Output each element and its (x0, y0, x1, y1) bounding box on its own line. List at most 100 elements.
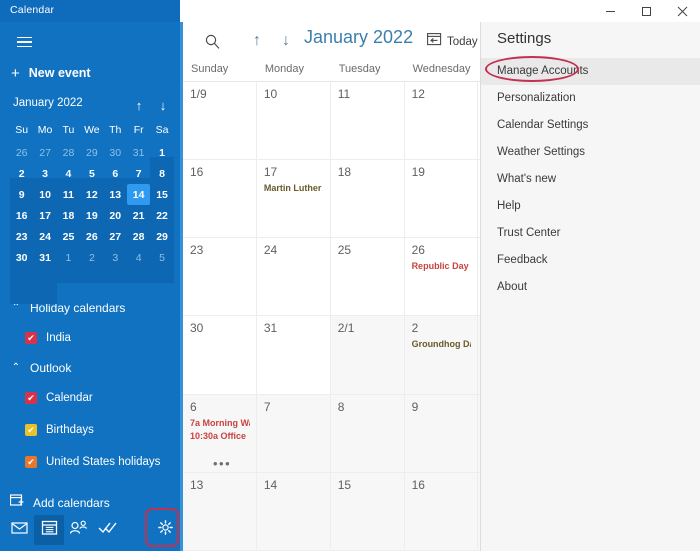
mini-calendar-day[interactable]: 4 (57, 163, 80, 184)
mini-calendar-day[interactable]: 28 (127, 226, 150, 247)
settings-item-about[interactable]: About (481, 274, 700, 301)
mini-calendar-day[interactable]: 30 (104, 142, 127, 163)
calendar-event[interactable]: 7a Morning Wa (190, 417, 250, 430)
calendar-day-cell[interactable]: 15 (330, 472, 405, 551)
hamburger-menu-icon[interactable] (8, 28, 40, 56)
next-month-icon[interactable]: ↓ (274, 29, 298, 53)
mini-calendar-day[interactable]: 5 (150, 247, 173, 268)
mini-calendar-day[interactable]: 4 (127, 247, 150, 268)
mini-calendar-day[interactable]: 16 (10, 205, 33, 226)
calendar-list-item[interactable]: ✔ India (0, 322, 180, 354)
previous-month-icon[interactable]: ↑ (245, 29, 269, 53)
calendar-day-cell[interactable]: 2 Groundhog Day (404, 316, 479, 395)
calendar-day-cell[interactable]: 1/9 (183, 82, 257, 161)
maximize-button[interactable] (628, 0, 664, 22)
settings-item-feedback[interactable]: Feedback (481, 247, 700, 274)
mail-app-button[interactable] (5, 515, 34, 545)
mini-calendar-day[interactable]: 9 (10, 184, 33, 205)
mini-calendar-day[interactable]: 29 (150, 226, 173, 247)
mini-calendar-day[interactable]: 23 (10, 226, 33, 247)
mini-calendar-day[interactable]: 27 (33, 142, 56, 163)
mini-calendar-day[interactable]: 2 (80, 247, 103, 268)
calendar-app-button[interactable] (34, 514, 64, 545)
mini-calendar-day[interactable]: 3 (104, 247, 127, 268)
settings-item-trust-center[interactable]: Trust Center (481, 220, 700, 247)
people-app-button[interactable] (64, 515, 93, 545)
mini-calendar-day[interactable]: 25 (57, 226, 80, 247)
calendar-event[interactable]: Martin Luther K (264, 182, 324, 195)
mini-calendar-day[interactable]: 26 (10, 142, 33, 163)
calendar-list-item[interactable]: ✔ Calendar (0, 382, 180, 414)
calendar-day-cell[interactable]: 17 Martin Luther K (256, 160, 331, 239)
mini-calendar-day[interactable]: 5 (80, 163, 103, 184)
calendar-day-cell[interactable]: 25 (330, 238, 405, 317)
mini-calendar-day[interactable]: 30 (10, 247, 33, 268)
mini-calendar-day[interactable]: 29 (80, 142, 103, 163)
calendar-day-cell[interactable]: 13 (183, 472, 257, 551)
calendar-checkbox[interactable]: ✔ (25, 332, 37, 344)
mini-calendar-day[interactable]: 7 (127, 163, 150, 184)
calendar-group-outlook[interactable]: ⌃ Outlook (0, 354, 180, 382)
calendar-day-cell[interactable]: 8 (330, 394, 405, 473)
mini-calendar-day[interactable]: 3 (33, 163, 56, 184)
calendar-day-cell[interactable]: 30 (183, 316, 257, 395)
mini-calendar-day[interactable]: 20 (104, 205, 127, 226)
new-event-button[interactable]: + New event (8, 60, 168, 86)
settings-item-manage-accounts[interactable]: Manage Accounts (481, 58, 700, 85)
mini-calendar-day[interactable]: 15 (150, 184, 173, 205)
calendar-day-cell[interactable]: 9 (404, 394, 479, 473)
calendar-day-cell[interactable]: 31 (256, 316, 331, 395)
mini-calendar-day[interactable]: 1 (57, 247, 80, 268)
calendar-list-item[interactable]: ✔ Birthdays (0, 414, 180, 446)
todo-app-button[interactable] (93, 515, 122, 545)
calendar-day-cell[interactable]: 24 (256, 238, 331, 317)
mini-calendar-day[interactable]: 21 (127, 205, 150, 226)
calendar-day-cell[interactable]: 7 (256, 394, 331, 473)
mini-calendar-day[interactable]: 28 (57, 142, 80, 163)
settings-item-calendar-settings[interactable]: Calendar Settings (481, 112, 700, 139)
calendar-day-cell[interactable]: 11 (330, 82, 405, 161)
more-events-button[interactable]: ••• (213, 457, 231, 470)
settings-item-what-s-new[interactable]: What's new (481, 166, 700, 193)
calendar-group-holiday-calendars[interactable]: ⌃ Holiday calendars (0, 294, 180, 322)
settings-item-help[interactable]: Help (481, 193, 700, 220)
calendar-day-cell[interactable]: 18 (330, 160, 405, 239)
calendar-day-cell[interactable]: 26 Republic Day (404, 238, 479, 317)
calendar-event[interactable]: Groundhog Day (412, 338, 472, 351)
settings-item-weather-settings[interactable]: Weather Settings (481, 139, 700, 166)
mini-calendar-day[interactable]: 2 (10, 163, 33, 184)
mini-calendar-day[interactable]: 14 (126, 184, 151, 205)
mini-calendar-day[interactable]: 13 (104, 184, 127, 205)
calendar-day-cell[interactable]: 23 (183, 238, 257, 317)
calendar-day-cell[interactable]: 2/1 (330, 316, 405, 395)
mini-calendar-day[interactable]: 31 (127, 142, 150, 163)
calendar-day-cell[interactable]: 10 (256, 82, 331, 161)
mini-calendar-day[interactable]: 1 (150, 142, 173, 163)
mini-calendar-day[interactable]: 19 (80, 205, 103, 226)
settings-item-personalization[interactable]: Personalization (481, 85, 700, 112)
calendar-checkbox[interactable]: ✔ (25, 456, 37, 468)
calendar-day-cell[interactable]: 19 (404, 160, 479, 239)
calendar-month-title[interactable]: January 2022 (304, 27, 413, 48)
mini-calendar-prev-icon[interactable]: ↑ (129, 95, 149, 115)
calendar-event[interactable]: 10:30a Office (190, 430, 250, 443)
calendar-event[interactable]: Republic Day (412, 260, 472, 273)
calendar-day-cell[interactable]: 12 (404, 82, 479, 161)
search-icon[interactable] (200, 29, 224, 53)
mini-calendar-day[interactable]: 27 (104, 226, 127, 247)
mini-calendar-day[interactable]: 22 (150, 205, 173, 226)
mini-calendar-day[interactable]: 24 (33, 226, 56, 247)
calendar-day-cell[interactable]: 14 (256, 472, 331, 551)
minimize-button[interactable] (592, 0, 628, 22)
mini-calendar-day[interactable]: 31 (33, 247, 56, 268)
mini-calendar-day[interactable]: 6 (104, 163, 127, 184)
calendar-checkbox[interactable]: ✔ (25, 392, 37, 404)
close-button[interactable] (664, 0, 700, 22)
settings-app-button[interactable] (151, 515, 180, 545)
mini-calendar-day[interactable]: 10 (33, 184, 56, 205)
mini-calendar-day[interactable]: 8 (150, 163, 173, 184)
mini-calendar-next-icon[interactable]: ↓ (153, 95, 173, 115)
calendar-day-cell[interactable]: 16 (404, 472, 479, 551)
today-button[interactable]: Today (427, 32, 478, 51)
calendar-list-item[interactable]: ✔ United States holidays (0, 446, 180, 478)
